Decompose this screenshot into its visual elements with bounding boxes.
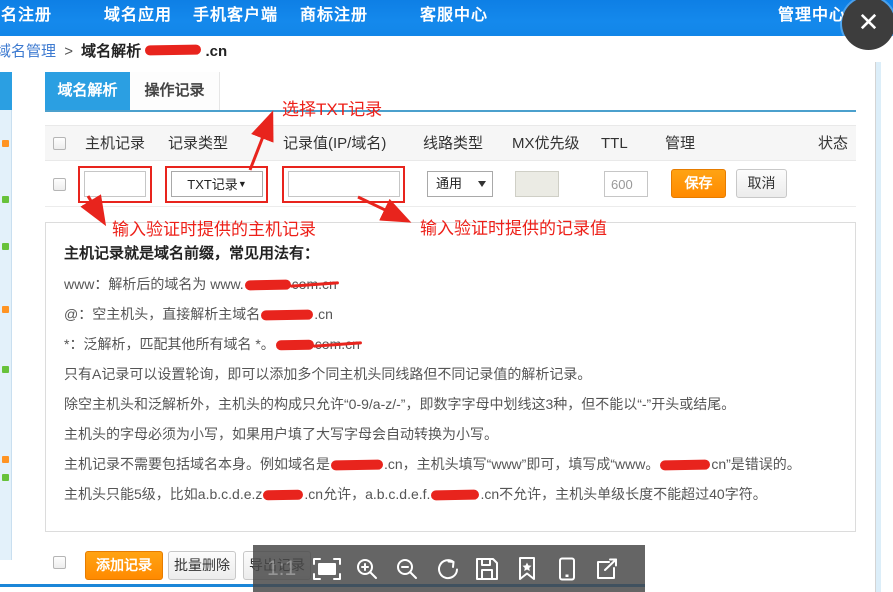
- sidebar-chip: [2, 474, 9, 481]
- help-line-lowercase: 主机头的字母必须为小写，如果用户填了大写字母会自动转换为小写。: [64, 419, 841, 449]
- right-edge-strip: [875, 62, 881, 592]
- bookmark-star-icon[interactable]: [512, 555, 542, 583]
- share-icon[interactable]: [592, 555, 622, 583]
- help-line-www: www：解析后的域名为 www. com.cn: [64, 269, 841, 299]
- sidebar-chip: [2, 243, 9, 250]
- footer-select-all-checkbox[interactable]: [53, 556, 66, 569]
- breadcrumb-separator: >: [64, 43, 73, 60]
- annotation-select-txt: 选择TXT记录: [282, 95, 382, 120]
- save-button[interactable]: 保存: [671, 169, 726, 198]
- host-record-input[interactable]: [84, 171, 146, 197]
- zoom-ratio-label: 1:1: [267, 557, 307, 581]
- help-line-wildcard: *：泛解析，匹配其他所有域名 *。 com.cn: [64, 329, 841, 359]
- col-record-value: 记录值(IP/域名): [283, 126, 386, 162]
- breadcrumb: 域名管理 > 域名解析 .cn: [0, 40, 227, 60]
- help-text: cn”是错误的。: [711, 456, 800, 472]
- redacted-domain-scribble: [276, 340, 314, 351]
- help-text: .cn，主机头填写“www”即可，填写成“www。: [384, 456, 659, 472]
- col-mx-priority: MX优先级: [512, 126, 580, 162]
- manage-center-label: 管理中心: [778, 7, 846, 24]
- col-status: 状态: [818, 126, 848, 162]
- batch-delete-button[interactable]: 批量删除: [168, 551, 236, 580]
- tab-underline: [45, 110, 856, 112]
- left-edge-sidebar-sliver: [0, 110, 12, 560]
- help-text: 主机记录不需要包括域名本身。例如域名是: [64, 456, 330, 472]
- help-text: .cn允许，a.b.c.d.e.f.: [304, 486, 430, 502]
- col-line-type: 线路类型: [423, 126, 483, 162]
- sidebar-chip: [2, 140, 9, 147]
- col-record-type: 记录类型: [168, 126, 228, 162]
- help-line-charset: 除空主机头和泛解析外，主机头的构成只允许“0-9/a-z/-”，即数字字母中划线…: [64, 389, 841, 419]
- close-button[interactable]: ✕: [842, 0, 893, 50]
- rotate-icon[interactable]: [432, 555, 462, 583]
- line-type-select[interactable]: 通用: [427, 171, 493, 197]
- help-line-a-record: 只有A记录可以设置轮询，即可以添加多个同主机头同线路但不同记录值的解析记录。: [64, 359, 841, 389]
- help-text: .cn不允许，主机头单级长度不能超过40字符。: [480, 486, 766, 502]
- help-text: com.cn: [292, 269, 337, 299]
- nav-item-domain-apps[interactable]: 域名应用: [104, 1, 172, 25]
- chevron-down-icon: [478, 181, 486, 187]
- tab-domain-resolution[interactable]: 域名解析: [45, 72, 130, 110]
- save-icon[interactable]: [472, 555, 502, 583]
- breadcrumb-domain-management[interactable]: 域名管理: [0, 43, 56, 60]
- zoom-in-icon[interactable]: [352, 555, 382, 583]
- redacted-domain-scribble: [331, 460, 383, 471]
- redacted-domain-scribble: [245, 280, 291, 291]
- tab-operation-log[interactable]: 操作记录: [130, 72, 220, 110]
- select-all-checkbox[interactable]: [53, 137, 66, 150]
- ttl-input[interactable]: [604, 171, 648, 197]
- annotation-host-hint: 输入验证时提供的主机记录: [112, 215, 316, 240]
- close-icon: ✕: [858, 7, 880, 37]
- device-preview-icon[interactable]: [552, 555, 582, 583]
- breadcrumb-current-page: 域名解析: [81, 43, 141, 60]
- nav-item-domain-register[interactable]: 域名注册: [0, 1, 52, 25]
- line-type-value: 通用: [436, 176, 462, 191]
- record-value-input[interactable]: [288, 171, 400, 197]
- record-type-value: TXT记录: [187, 177, 238, 192]
- nav-item-trademark[interactable]: 商标注册: [300, 1, 368, 25]
- annotation-value-hint: 输入验证时提供的记录值: [420, 214, 607, 239]
- left-edge-blue-block: [0, 72, 12, 110]
- help-text: www：解析后的域名为 www.: [64, 276, 244, 292]
- help-line-at: @：空主机头，直接解析主域名 .cn: [64, 299, 841, 329]
- col-host-record: 主机记录: [85, 126, 145, 162]
- nav-item-customer-service[interactable]: 客服中心: [420, 1, 488, 25]
- table-header-row: 主机记录 记录类型 记录值(IP/域名) 线路类型 MX优先级 TTL 管理 状…: [45, 125, 856, 161]
- help-text: 主机头只能5级，比如a.b.c.d.e.z: [64, 486, 262, 502]
- row-checkbox[interactable]: [53, 178, 66, 191]
- image-viewer-toolbar: 1:1: [253, 545, 645, 592]
- help-text: com.cn: [315, 329, 360, 359]
- help-text: @：空主机头，直接解析主域名: [64, 306, 260, 322]
- help-panel: 主机记录就是域名前缀，常见用法有： www：解析后的域名为 www. com.cn…: [45, 222, 856, 532]
- help-title: 主机记录就是域名前缀，常见用法有：: [64, 239, 841, 269]
- table-row: TXT记录▼ 通用 保存 取消: [45, 162, 856, 207]
- tab-bar: 域名解析 操作记录: [45, 72, 856, 112]
- help-line-no-domain: 主机记录不需要包括域名本身。例如域名是 .cn，主机头填写“www”即可，填写成“…: [64, 449, 841, 479]
- redacted-domain-scribble: [261, 310, 313, 321]
- help-text: .cn: [314, 306, 333, 322]
- record-type-select[interactable]: TXT记录▼: [171, 171, 263, 197]
- breadcrumb-domain-suffix: .cn: [205, 43, 227, 60]
- redacted-domain-scribble: [263, 490, 303, 501]
- add-record-button[interactable]: 添加记录: [85, 551, 163, 580]
- col-ttl: TTL: [601, 126, 628, 162]
- cancel-button[interactable]: 取消: [736, 169, 787, 198]
- fit-screen-icon[interactable]: [312, 555, 342, 583]
- redacted-domain-scribble: [145, 45, 201, 56]
- col-manage: 管理: [665, 126, 695, 162]
- help-text: *：泛解析，匹配其他所有域名 *。: [64, 336, 275, 352]
- sidebar-chip: [2, 196, 9, 203]
- redacted-domain-scribble: [431, 490, 479, 501]
- redacted-domain-scribble: [660, 460, 710, 471]
- sidebar-chip: [2, 456, 9, 463]
- nav-item-mobile-client[interactable]: 手机客户端: [193, 1, 278, 25]
- sidebar-chip: [2, 366, 9, 373]
- zoom-out-icon[interactable]: [392, 555, 422, 583]
- mx-priority-input-disabled: [515, 171, 559, 197]
- top-navigation-bar: 域名注册 域名应用 手机客户端 商标注册 客服中心 管理中心: [0, 0, 893, 36]
- help-line-levels: 主机头只能5级，比如a.b.c.d.e.z .cn允许，a.b.c.d.e.f..…: [64, 479, 841, 509]
- sidebar-chip: [2, 306, 9, 313]
